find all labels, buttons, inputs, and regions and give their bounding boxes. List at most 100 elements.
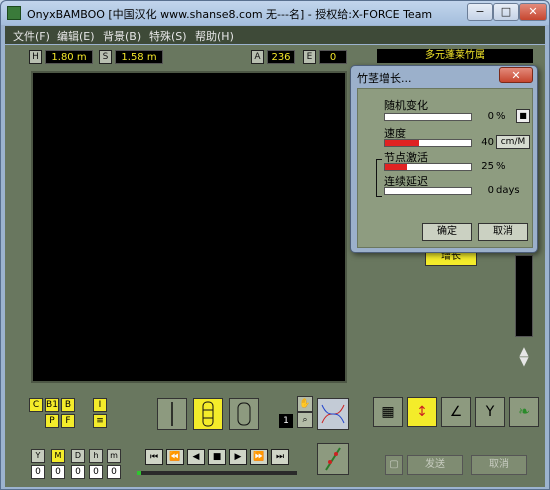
cylinder-button[interactable] (229, 398, 259, 430)
menu-background[interactable]: 背景(B) (103, 28, 141, 44)
play-button[interactable]: ▶ (229, 449, 247, 465)
vertical-slider[interactable] (515, 255, 533, 337)
continuous-delay-bar[interactable] (384, 187, 472, 195)
year-field[interactable]: 0 (31, 465, 45, 479)
send-icon-button[interactable]: ▢ (385, 455, 403, 475)
height-label: H (29, 50, 42, 64)
bamboo-sprout-button[interactable] (317, 443, 349, 475)
node-activation-fill (385, 164, 407, 170)
timeline-fill (137, 471, 141, 475)
c-toggle[interactable]: C (29, 398, 43, 412)
lock-icon[interactable]: ■ (516, 109, 530, 123)
menu-bar: 文件(F) 编辑(E) 背景(B) 特殊(S) 帮助(H) (5, 26, 545, 44)
stem-tool[interactable]: ↕ (407, 397, 437, 427)
hand-tool[interactable]: ✋ (297, 396, 313, 412)
minimize-button[interactable]: − (467, 3, 493, 21)
app-icon (7, 6, 21, 20)
continuous-delay-unit: days (496, 185, 520, 196)
right-cancel-button[interactable]: 取消 (471, 455, 527, 475)
twig-icon: Y (485, 404, 495, 420)
step-forward-button[interactable]: ⏩ (250, 449, 268, 465)
f-toggle[interactable]: F (61, 414, 75, 428)
speed-bar[interactable] (384, 139, 472, 147)
send-button[interactable]: 发送 (407, 455, 463, 475)
dialog-body: 随机变化 0 % ■ 速度 40 cm/M 节点激活 25 % 连续延迟 0 d… (357, 88, 533, 248)
month-field[interactable]: 0 (51, 465, 65, 479)
playback-panel: Y M D h m 0 0 0 0 0 ⏮ ⏪ ◀ ■ ▶ ⏩ ⏭ (27, 437, 353, 487)
cylinder-icon (237, 402, 251, 426)
grid-icon: ≡ (96, 416, 104, 426)
node-activation-value: 25 (481, 161, 494, 172)
stem-growth-dialog: 竹茎增长... ✕ 随机变化 0 % ■ 速度 40 cm/M 节点激活 25 … (350, 65, 538, 253)
forward-end-button[interactable]: ⏭ (271, 449, 289, 465)
title-bar[interactable]: OnyxBAMBOO [中国汉化 www.shanse8.com 无---名] … (1, 1, 549, 25)
hour-field[interactable]: 0 (89, 465, 103, 479)
dna-button[interactable] (317, 398, 349, 430)
elevation-label: E (303, 50, 316, 64)
render-viewport[interactable] (31, 71, 347, 383)
window-title: OnyxBAMBOO [中国汉化 www.shanse8.com 无---名] … (27, 8, 433, 21)
menu-special[interactable]: 特殊(S) (149, 28, 187, 44)
minute-field[interactable]: 0 (107, 465, 121, 479)
up-down-arrow-icon[interactable]: ▲ ▼ (514, 345, 534, 367)
p-toggle[interactable]: P (45, 414, 59, 428)
dialog-title: 竹茎增长... (357, 72, 412, 85)
viewer-frame: H 1.80 m S 1.58 m A 236 E 0 (27, 45, 353, 389)
play-reverse-button[interactable]: ◀ (187, 449, 205, 465)
zoom-tool[interactable]: ⌕ (297, 412, 313, 428)
unit-day[interactable]: D (71, 449, 85, 463)
step-back-button[interactable]: ⏪ (166, 449, 184, 465)
dialog-cancel-button[interactable]: 取消 (478, 223, 528, 241)
magnifier-icon: ⌕ (302, 415, 308, 425)
spread-value: 1.58 m (115, 50, 163, 64)
send-icon: ▢ (389, 459, 399, 470)
menu-edit[interactable]: 编辑(E) (57, 28, 95, 44)
grid-toggle[interactable]: ≡ (93, 414, 107, 428)
hand-icon: ✋ (299, 399, 311, 409)
speed-value: 40 (481, 137, 494, 148)
leaf-tool[interactable]: ❧ (509, 397, 539, 427)
twig-tool[interactable]: Y (475, 397, 505, 427)
stem-line-button[interactable] (157, 398, 187, 430)
unit-month[interactable]: M (51, 449, 65, 463)
bamboo-segment-icon (202, 401, 214, 427)
maximize-button[interactable]: □ (493, 3, 519, 21)
speed-unit-button[interactable]: cm/M (496, 135, 530, 149)
random-variation-bar[interactable] (384, 113, 472, 121)
menu-file[interactable]: 文件(F) (13, 28, 50, 44)
random-variation-unit: % (496, 111, 506, 122)
unit-year[interactable]: Y (31, 449, 45, 463)
continuous-delay-value: 0 (487, 185, 494, 196)
day-field[interactable]: 0 (71, 465, 85, 479)
view-counter: 1 (279, 414, 293, 428)
b1-toggle[interactable]: B1 (45, 398, 59, 412)
dialog-ok-button[interactable]: 确定 (422, 223, 472, 241)
rewind-start-button[interactable]: ⏮ (145, 449, 163, 465)
random-variation-value: 0 (487, 111, 494, 122)
close-button[interactable]: ✕ (519, 3, 547, 21)
spread-label: S (99, 50, 112, 64)
unit-minute[interactable]: m (107, 449, 121, 463)
bracket-icon (376, 159, 382, 197)
angle-label: A (251, 50, 264, 64)
texture-icon: ▦ (381, 404, 395, 420)
i-toggle[interactable]: I (93, 398, 107, 412)
random-variation-label: 随机变化 (384, 99, 428, 112)
app-window: OnyxBAMBOO [中国汉化 www.shanse8.com 无---名] … (0, 0, 550, 490)
elevation-value: 0 (319, 50, 347, 64)
angle-value: 236 (267, 50, 295, 64)
branch-tool[interactable]: ∠ (441, 397, 471, 427)
b-toggle[interactable]: B (61, 398, 75, 412)
menu-help[interactable]: 帮助(H) (195, 28, 234, 44)
unit-hour[interactable]: h (89, 449, 103, 463)
stop-button[interactable]: ■ (208, 449, 226, 465)
timeline-slider[interactable] (137, 471, 297, 475)
node-activation-bar[interactable] (384, 163, 472, 171)
bamboo-species-label: 多元蓬莱竹属 (377, 49, 533, 63)
texture-tool[interactable]: ▦ (373, 397, 403, 427)
branch-icon: ∠ (449, 404, 463, 420)
speed-fill (385, 140, 420, 146)
stem-segment-button[interactable] (193, 398, 223, 430)
node-activation-unit: % (496, 161, 506, 172)
dialog-close-button[interactable]: ✕ (499, 67, 533, 83)
